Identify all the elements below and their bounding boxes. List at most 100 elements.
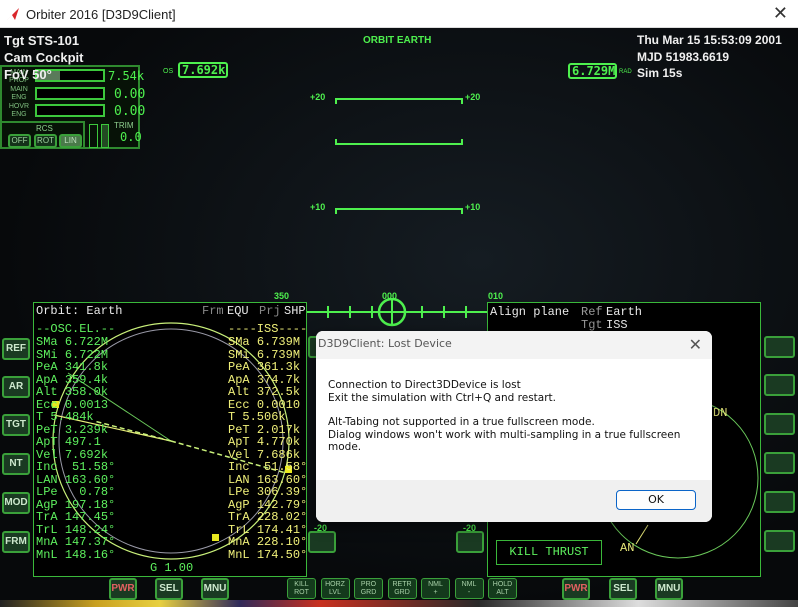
tgt-label: Tgt	[581, 318, 603, 332]
nav-label: GRD	[360, 589, 377, 596]
dialog-line: Alt-Tabing not supported in a true fulls…	[328, 416, 595, 428]
main-eng-label: MAIN ENG	[10, 86, 28, 101]
heading-tape	[306, 298, 488, 327]
mfd-left-right-button[interactable]	[308, 531, 336, 553]
mfd-right-side-button[interactable]	[764, 413, 795, 435]
dialog-title: D3D9Client: Lost Device	[316, 331, 712, 359]
fov-readout: FoV 50°	[4, 67, 52, 82]
tgt-value: ISS	[606, 318, 628, 332]
mfd-title: Orbit: Earth	[36, 304, 123, 318]
left-mfd-orbit: Orbit: Earth Frm EQU Prj SHP --OSC.EL.--…	[33, 302, 307, 577]
nav-label: PRO	[360, 581, 377, 588]
mfd-right-side-button[interactable]	[764, 336, 795, 358]
main-eng-value: 0.00	[114, 87, 146, 102]
ref-label: Ref	[581, 305, 603, 319]
hud-mode: ORBIT EARTH	[363, 35, 432, 46]
main-prop-value: 7.54k	[108, 69, 145, 83]
nav-label: HOLD	[492, 581, 513, 588]
mfd-ref-button[interactable]: REF	[2, 338, 30, 360]
desktop-strip	[0, 600, 798, 607]
dialog-ok-button[interactable]: OK	[616, 490, 696, 510]
element-name: MnL	[228, 547, 250, 562]
nav-mode-button[interactable]: HORZ LVL	[320, 578, 350, 599]
rcs-label: RCS	[36, 124, 53, 133]
trim-arrows[interactable]	[101, 124, 109, 148]
mfd-right-left-button[interactable]	[456, 531, 484, 553]
sim-time-readout: Sim 15s	[637, 66, 683, 80]
left-mfd-select-button[interactable]: SEL	[155, 578, 183, 600]
ladder-label-left: +10	[310, 202, 326, 212]
target-elements-list: SMa 6.739M SMi 6.739M PeA 361.3k ApA 374.7k…	[228, 336, 307, 561]
dialog-close-button[interactable]: ✕	[689, 335, 702, 354]
mfd-ar-button[interactable]: AR	[2, 376, 30, 398]
nav-label: KILL	[294, 581, 309, 588]
target-readout: Tgt STS-101	[4, 33, 80, 48]
element-value: 148.16°	[64, 547, 116, 562]
window-close-button[interactable]: ✕	[773, 3, 788, 24]
mfd-mod-button[interactable]: MOD	[2, 492, 30, 514]
nav-mode-button[interactable]: KILL ROT	[287, 578, 316, 599]
gravity-scale: G 1.00	[150, 561, 194, 575]
mfd-title: Align plane	[490, 305, 570, 319]
nav-mode-button[interactable]: PRO GRD	[354, 578, 383, 599]
pitch-ladder-10	[335, 208, 463, 214]
target-elements-header: ----ISS----	[228, 322, 308, 336]
mfd-right-side-button[interactable]	[764, 452, 795, 474]
hover-eng-value: 0.00	[114, 104, 146, 119]
mfd-nt-button[interactable]: NT	[2, 453, 30, 475]
descending-node-label: DN	[713, 406, 728, 420]
mfd-right-side-button[interactable]	[764, 374, 795, 396]
window-title: Orbiter 2016 [D3D9Client]	[26, 7, 176, 22]
ladder-label-right: +20	[465, 92, 481, 102]
prj-value: SHP	[284, 304, 306, 318]
os-label: OS	[163, 68, 174, 75]
ladder-label-right: -20	[463, 523, 477, 533]
main-eng-bar	[35, 87, 105, 100]
rcs-lin-button[interactable]: LIN	[59, 134, 82, 148]
dialog-line: Connection to Direct3DDevice is lost	[328, 379, 521, 391]
nav-label: -	[467, 589, 471, 596]
left-mfd-menu-button[interactable]: MNU	[201, 578, 229, 600]
kill-thrust-indicator: KILL THRUST	[496, 540, 602, 565]
nav-label: GRD	[394, 589, 410, 596]
mfd-frm-button[interactable]: FRM	[2, 531, 30, 553]
pitch-ladder-20	[335, 98, 463, 104]
radius-value: 6.729M	[568, 63, 617, 79]
own-elements-list: SMa 6.722M SMi 6.722M PeA 341.8k ApA 359.4k…	[36, 336, 115, 561]
rcs-rot-button[interactable]: ROT	[34, 134, 57, 148]
nav-label: +	[433, 589, 438, 596]
mfd-right-side-button[interactable]	[764, 491, 795, 513]
element-row: MnL 148.16°	[36, 547, 116, 562]
right-mfd-menu-button[interactable]: MNU	[655, 578, 683, 600]
mfd-right-side-button[interactable]	[764, 530, 795, 552]
lost-device-dialog: D3D9Client: Lost Device ✕ Connection to …	[316, 331, 712, 522]
own-elements-header: --OSC.EL.--	[36, 322, 116, 336]
nav-mode-button[interactable]: NML +	[421, 578, 450, 599]
right-mfd-select-button[interactable]: SEL	[609, 578, 637, 600]
orbiter-logo-icon	[7, 8, 19, 20]
heading-350: 350	[274, 291, 290, 301]
nav-label: HORZ	[325, 581, 345, 588]
right-mfd-power-button[interactable]: PWR	[562, 578, 590, 600]
date-readout: Thu Mar 15 15:53:09 2001	[637, 33, 782, 47]
ascending-node-label: AN	[620, 541, 635, 555]
element-name: MnL	[36, 547, 58, 562]
nav-mode-button[interactable]: RETR GRD	[387, 578, 417, 599]
dialog-line: Exit the simulation with Ctrl+Q and rest…	[328, 391, 556, 404]
rcs-off-button[interactable]: OFF	[8, 134, 31, 148]
camera-readout: Cam Cockpit	[4, 50, 84, 65]
rcs-section: RCS OFF ROT LIN	[2, 121, 85, 149]
frm-value: EQU	[227, 304, 249, 318]
mfd-tgt-button[interactable]: TGT	[2, 414, 30, 436]
element-row: MnL 174.50°	[228, 547, 307, 562]
nav-label: NML	[428, 581, 443, 588]
left-mfd-power-button[interactable]: PWR	[109, 578, 137, 600]
nav-label: RETR	[392, 581, 412, 588]
frm-label: Frm	[202, 304, 224, 318]
nav-label: LVL	[329, 589, 341, 596]
nav-mode-button[interactable]: HOLD ALT	[488, 578, 517, 599]
hover-eng-bar	[35, 104, 105, 117]
nav-mode-button[interactable]: NML -	[454, 578, 484, 599]
mjd-readout: MJD 51983.6619	[637, 50, 730, 64]
dialog-line: Dialog windows won't work with multi-sam…	[328, 428, 681, 454]
